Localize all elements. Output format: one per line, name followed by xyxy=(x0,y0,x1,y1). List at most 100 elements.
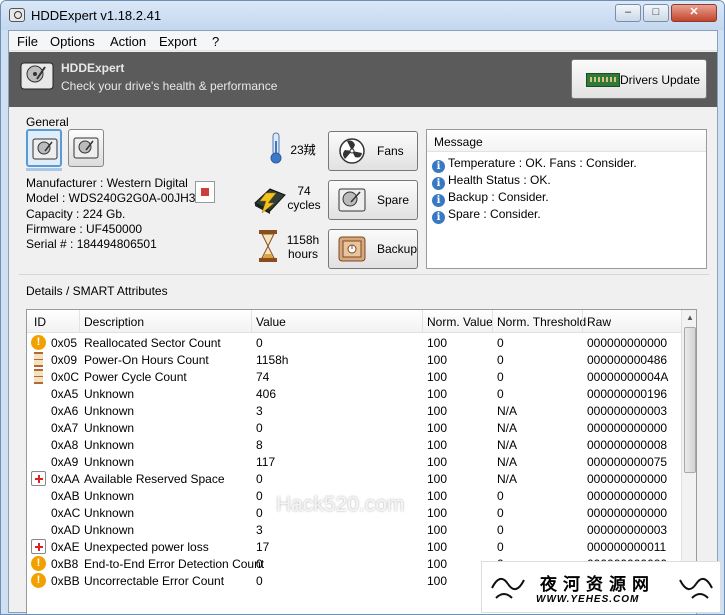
table-row[interactable]: 0xA5 Unknown 406 100 0 000000000196 xyxy=(27,385,681,402)
cell-id: 0xA6 xyxy=(51,404,79,418)
column-header-norm-threshold[interactable]: Norm. Threshold xyxy=(497,315,586,329)
cell-norm-value: 100 xyxy=(427,506,448,520)
scroll-up-arrow-icon[interactable]: ▲ xyxy=(682,310,696,326)
minimize-button[interactable]: – xyxy=(615,4,641,22)
cell-norm-value: 100 xyxy=(427,336,448,350)
hard-drive-icon xyxy=(73,137,99,159)
hourglass-icon xyxy=(259,230,277,262)
table-row[interactable]: 0x0C Power Cycle Count 74 100 0 00000000004A xyxy=(27,368,681,385)
table-row[interactable]: 0xAA Available Reserved Space 0 100 N/A 00000… xyxy=(27,470,681,487)
cell-norm-value: 100 xyxy=(427,557,448,571)
cell-norm-threshold: 0 xyxy=(497,387,504,401)
column-header-norm-value[interactable]: Norm. Value xyxy=(427,315,493,329)
fans-button[interactable]: Fans xyxy=(328,131,418,171)
cell-norm-value: 100 xyxy=(427,472,448,486)
table-row[interactable]: 0xAE Unexpected power loss 17 100 0 000000000… xyxy=(27,538,681,555)
column-divider[interactable] xyxy=(582,310,583,333)
power-on-hours: 1158h xyxy=(286,233,320,247)
table-row[interactable]: 0x09 Power-On Hours Count 1158h 100 0 0000000… xyxy=(27,351,681,368)
table-row[interactable]: 0xA8 Unknown 8 100 N/A 000000000008 xyxy=(27,436,681,453)
cell-id: 0xA7 xyxy=(51,421,79,435)
column-header-id[interactable]: ID xyxy=(34,315,46,329)
spare-button[interactable]: Spare xyxy=(328,180,418,220)
spare-label: Spare xyxy=(377,193,410,207)
cell-norm-threshold: 0 xyxy=(497,506,504,520)
column-divider[interactable] xyxy=(422,310,423,333)
cell-id: 0x0C xyxy=(51,370,80,384)
close-button[interactable]: ✕ xyxy=(671,4,717,22)
menu-bar: File Options Action Export ? xyxy=(9,31,717,51)
watermark-stamp: 夜河资源网 WWW.YEHES.COM xyxy=(481,561,721,613)
maximize-button[interactable]: □ xyxy=(643,4,669,22)
table-row[interactable]: 0xA6 Unknown 3 100 N/A 000000000003 xyxy=(27,402,681,419)
backup-button[interactable]: Backup xyxy=(328,229,418,269)
message-item[interactable]: i Temperature : OK. Fans : Consider. xyxy=(432,156,637,173)
menu-help[interactable]: ? xyxy=(212,34,219,49)
app-window: HDDExpert v1.18.2.41 – □ ✕ File Options … xyxy=(0,0,725,615)
cell-id: 0x05 xyxy=(51,336,78,350)
power-on-hours-unit: hours xyxy=(287,247,319,261)
message-item[interactable]: i Backup : Consider. xyxy=(432,190,549,207)
cell-norm-value: 100 xyxy=(427,438,448,452)
drive-tile-1[interactable] xyxy=(26,129,62,167)
table-row[interactable]: ! 0x05 Reallocated Sector Count 0 100 0 000000… xyxy=(27,334,681,351)
cell-description: Unknown xyxy=(84,387,135,401)
table-row[interactable]: 0xA9 Unknown 117 100 N/A 000000000075 xyxy=(27,453,681,470)
column-divider[interactable] xyxy=(251,310,252,333)
column-header-raw[interactable]: Raw xyxy=(587,315,611,329)
cell-description: Unknown xyxy=(84,438,135,452)
window-title: HDDExpert v1.18.2.41 xyxy=(31,8,162,23)
column-divider[interactable] xyxy=(79,310,80,333)
table-row[interactable]: 0xA7 Unknown 0 100 N/A 000000000000 xyxy=(27,419,681,436)
message-list[interactable]: Message i Temperature : OK. Fans : Consid… xyxy=(426,129,707,269)
scrollbar-thumb[interactable] xyxy=(684,327,696,473)
cell-description: Unknown xyxy=(84,523,135,537)
cell-description: Unknown xyxy=(84,404,135,418)
cell-description: Unknown xyxy=(84,455,135,469)
cell-norm-value: 100 xyxy=(427,523,448,537)
app-icon xyxy=(9,8,25,22)
stamp-chinese-text: 夜河资源网 xyxy=(540,575,655,595)
menu-action[interactable]: Action xyxy=(110,34,146,49)
cell-id: 0xA5 xyxy=(51,387,79,401)
cell-raw: 000000000486 xyxy=(587,353,668,367)
spare-cycles-unit: cycles xyxy=(287,198,321,212)
column-header-description[interactable]: Description xyxy=(84,315,144,329)
cell-norm-threshold: 0 xyxy=(497,336,504,350)
menu-file[interactable]: File xyxy=(17,34,38,49)
table-row[interactable]: 0xAD Unknown 3 100 0 000000000003 xyxy=(27,521,681,538)
cell-value: 406 xyxy=(256,387,277,401)
cell-description: End-to-End Error Detection Count xyxy=(84,557,265,571)
menu-export[interactable]: Export xyxy=(159,34,197,49)
cell-raw: 000000000003 xyxy=(587,523,668,537)
drive-selection-indicator xyxy=(26,168,62,171)
cell-value: 3 xyxy=(256,404,263,418)
column-divider[interactable] xyxy=(492,310,493,333)
cell-raw: 000000000075 xyxy=(587,455,668,469)
message-text: Temperature : OK. Fans : Consider. xyxy=(448,156,637,170)
drive-tile-2[interactable] xyxy=(68,129,104,167)
hours-value: 1158h hours xyxy=(283,233,323,261)
cell-value: 3 xyxy=(256,523,263,537)
column-header-value[interactable]: Value xyxy=(256,315,286,329)
drivers-update-button[interactable]: Drivers Update xyxy=(571,59,707,99)
pdf-report-icon[interactable] xyxy=(195,181,215,203)
drivers-update-label: Drivers Update xyxy=(620,73,701,87)
banner-subtitle: Check your drive's health & performance xyxy=(61,79,278,93)
cell-raw: 000000000003 xyxy=(587,404,668,418)
cell-norm-value: 100 xyxy=(427,387,448,401)
cell-raw: 000000000008 xyxy=(587,438,668,452)
message-item[interactable]: i Spare : Consider. xyxy=(432,207,541,224)
cell-id: 0xAA xyxy=(51,472,80,486)
cell-id: 0x09 xyxy=(51,353,78,367)
cell-id: 0xAB xyxy=(51,489,80,503)
cell-norm-value: 100 xyxy=(427,421,448,435)
message-item[interactable]: i Health Status : OK. xyxy=(432,173,551,190)
title-bar[interactable]: HDDExpert v1.18.2.41 – □ ✕ xyxy=(1,1,724,30)
cell-id: 0xB8 xyxy=(51,557,79,571)
menu-options[interactable]: Options xyxy=(50,34,95,49)
medical-icon xyxy=(31,471,46,486)
cell-raw: 000000000000 xyxy=(587,489,668,503)
general-group-label: General xyxy=(26,115,69,129)
spare-cycles-count: 74 xyxy=(297,184,311,198)
